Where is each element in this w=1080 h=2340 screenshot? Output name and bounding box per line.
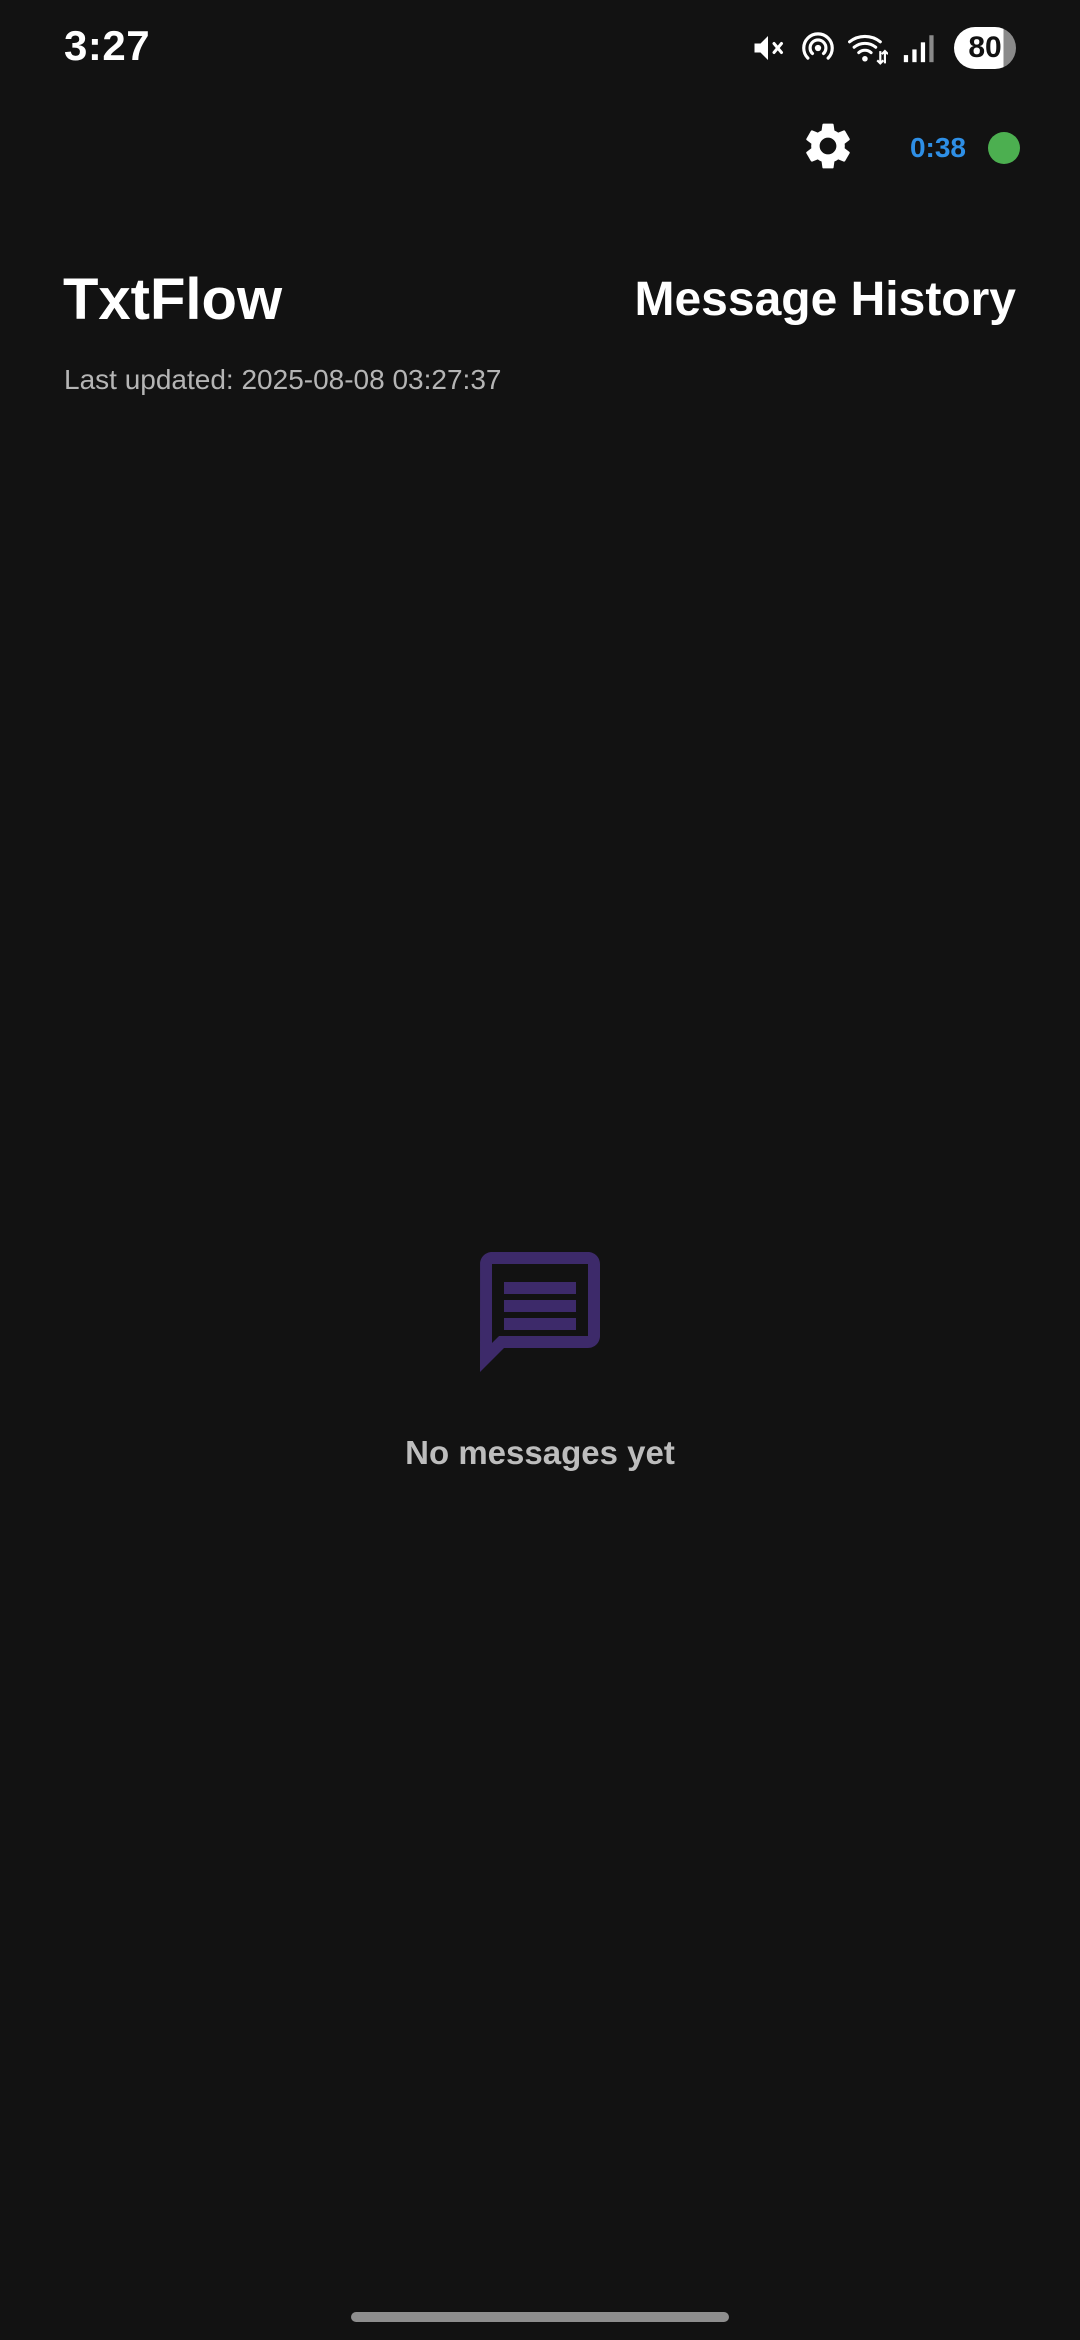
message-icon	[468, 1240, 612, 1384]
battery-indicator: 80	[954, 27, 1016, 69]
mute-icon	[748, 28, 788, 68]
settings-button[interactable]	[798, 118, 858, 178]
empty-state: No messages yet	[0, 1240, 1080, 1472]
status-bar: 3:27 80	[0, 0, 1080, 100]
empty-state-text: No messages yet	[405, 1434, 675, 1471]
wifi-icon	[848, 28, 888, 68]
status-icons: 80	[748, 24, 1016, 72]
top-toolbar: 0:38	[798, 118, 1020, 178]
signal-icon	[898, 28, 938, 68]
gesture-navigation-bar[interactable]	[351, 2312, 729, 2322]
app-title: TxtFlow	[63, 267, 283, 332]
hotspot-icon	[798, 28, 838, 68]
status-time: 3:27	[64, 22, 151, 69]
connection-status-dot	[988, 132, 1020, 164]
last-updated-text: Last updated: 2025-08-08 03:27:37	[64, 364, 502, 395]
session-timer: 0:38	[909, 132, 966, 163]
section-title: Message History	[634, 273, 1017, 326]
gear-icon	[800, 118, 856, 179]
